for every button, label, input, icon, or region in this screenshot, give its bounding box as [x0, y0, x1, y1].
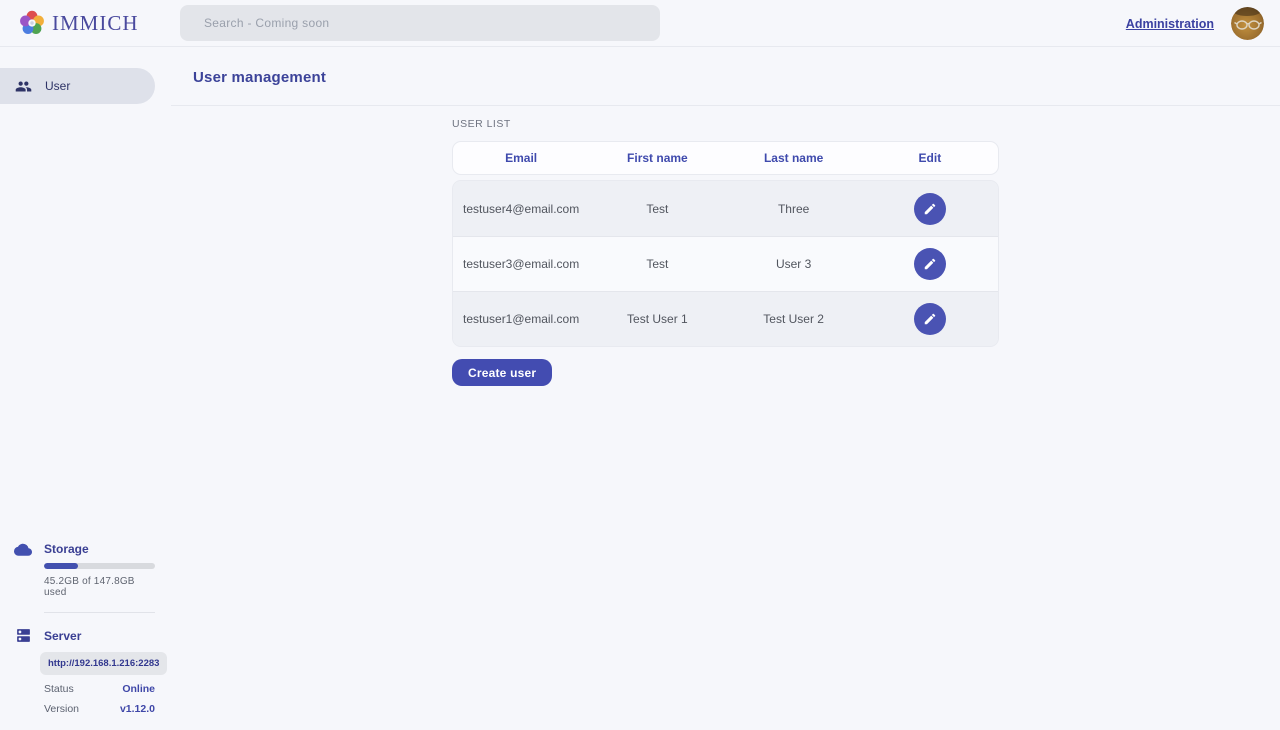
column-header-last-name: Last name [726, 151, 862, 165]
version-value: v1.12.0 [120, 703, 155, 715]
page-title-bar: User management [171, 47, 1280, 106]
cell-email: testuser1@email.com [453, 312, 589, 326]
sidebar-footer: Storage 45.2GB of 147.8GB used Server ht… [0, 542, 171, 730]
users-icon [15, 78, 32, 95]
server-status-row: Status Online [44, 683, 155, 695]
cloud-icon [14, 542, 32, 556]
page-title: User management [193, 69, 326, 86]
status-label: Status [44, 683, 74, 695]
storage-progress-fill [44, 563, 78, 569]
server-url[interactable]: http://192.168.1.216:2283 [40, 652, 167, 675]
cell-email: testuser3@email.com [453, 257, 589, 271]
pencil-icon [923, 202, 937, 216]
column-header-first-name: First name [589, 151, 725, 165]
cell-first-name: Test [589, 257, 725, 271]
edit-user-button[interactable] [914, 303, 946, 335]
version-label: Version [44, 703, 79, 715]
user-avatar[interactable] [1231, 7, 1264, 40]
app-logo[interactable]: IMMICH [19, 10, 139, 36]
immich-flower-icon [19, 10, 45, 36]
table-row: testuser4@email.com Test Three [453, 181, 998, 236]
sidebar-item-user[interactable]: User [0, 68, 155, 104]
cell-last-name: User 3 [726, 257, 862, 271]
user-list-label: USER LIST [452, 118, 999, 130]
cell-last-name: Three [726, 202, 862, 216]
cell-last-name: Test User 2 [726, 312, 862, 326]
column-header-edit: Edit [862, 151, 998, 165]
server-section-header: Server [14, 627, 155, 644]
user-table-body: testuser4@email.com Test Three testuser3… [452, 180, 999, 347]
column-header-email: Email [453, 151, 589, 165]
app-title: IMMICH [52, 11, 139, 36]
server-title: Server [44, 629, 81, 643]
cell-email: testuser4@email.com [453, 202, 589, 216]
storage-title: Storage [44, 542, 89, 556]
top-navbar: IMMICH Administration [0, 0, 1280, 47]
status-value: Online [122, 683, 155, 695]
cell-first-name: Test [589, 202, 725, 216]
pencil-icon [923, 257, 937, 271]
main-content: User management USER LIST Email First na… [171, 47, 1280, 730]
storage-section-header: Storage [14, 542, 155, 556]
sidebar-divider [44, 612, 155, 613]
edit-user-button[interactable] [914, 193, 946, 225]
table-row: testuser1@email.com Test User 1 Test Use… [453, 291, 998, 346]
navbar-right: Administration [1126, 0, 1264, 47]
edit-user-button[interactable] [914, 248, 946, 280]
storage-usage-text: 45.2GB of 147.8GB used [44, 576, 155, 598]
server-version-row: Version v1.12.0 [44, 703, 155, 715]
cell-first-name: Test User 1 [589, 312, 725, 326]
sidebar-item-label: User [45, 79, 70, 93]
user-table-header: Email First name Last name Edit [452, 141, 999, 175]
storage-progress-bar [44, 563, 155, 569]
create-user-button[interactable]: Create user [452, 359, 552, 386]
server-icon [14, 627, 32, 644]
pencil-icon [923, 312, 937, 326]
sidebar: User Storage 45.2GB of 147.8GB used [0, 47, 171, 730]
search-bar [180, 5, 660, 41]
table-row: testuser3@email.com Test User 3 [453, 236, 998, 291]
search-input[interactable] [180, 5, 660, 41]
administration-link[interactable]: Administration [1126, 17, 1214, 31]
